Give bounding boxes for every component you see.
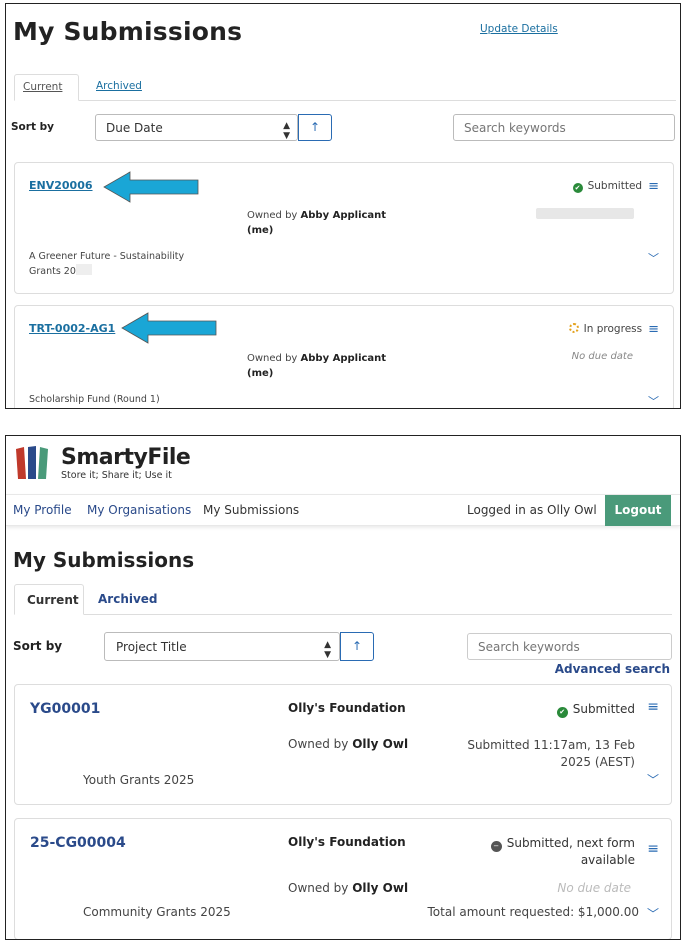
due-date: No due date bbox=[557, 881, 631, 895]
program-name: Community Grants 2025 bbox=[83, 905, 231, 919]
submission-card: 25-CG00004 Olly's Foundation − Submitted,… bbox=[14, 818, 672, 939]
logout-button[interactable]: Logout bbox=[605, 495, 671, 526]
smartyfile-logo-icon bbox=[16, 446, 48, 479]
tab-current[interactable]: Current bbox=[14, 74, 79, 101]
submission-card: YG00001 Olly's Foundation ✔ Submitted ≡ O… bbox=[14, 684, 672, 805]
app-screenshot-panel: SmartyFile Store it; Share it; Use it My… bbox=[5, 435, 681, 940]
tab-archived[interactable]: Archived bbox=[86, 584, 170, 615]
owner-text: Owned by Abby Applicant (me) bbox=[247, 210, 387, 236]
select-caret-icon: ▲ ▼ bbox=[283, 121, 290, 141]
submission-card: TRT-0002-AG1 In progress ≡ Owned by Abby … bbox=[14, 305, 674, 408]
program-name: Scholarship Fund (Round 1) bbox=[29, 394, 160, 405]
callout-arrow-icon bbox=[103, 171, 199, 203]
owner-text: Owned by Olly Owl bbox=[288, 881, 409, 895]
status-badge: In progress ≡ bbox=[568, 322, 659, 337]
redacted-text bbox=[75, 264, 92, 275]
status-badge: ✔ Submitted ≡ bbox=[572, 179, 659, 194]
page-title: My Submissions bbox=[13, 17, 243, 46]
program-name: A Greener Future - Sustainability Grants … bbox=[29, 251, 185, 277]
logged-in-text: Logged in as Olly Owl bbox=[467, 503, 597, 517]
chevron-down-icon[interactable]: ﹀ bbox=[647, 905, 659, 922]
tab-archived[interactable]: Archived bbox=[88, 74, 150, 101]
redacted-date bbox=[536, 208, 634, 219]
advanced-search-link[interactable]: Advanced search bbox=[555, 662, 670, 676]
submission-ref-link[interactable]: YG00001 bbox=[30, 701, 100, 717]
in-progress-icon bbox=[568, 323, 579, 333]
select-caret-icon: ▲ ▼ bbox=[324, 640, 331, 660]
nav-my-organisations[interactable]: My Organisations bbox=[87, 503, 191, 517]
search-input[interactable] bbox=[467, 633, 672, 660]
brand-name: SmartyFile bbox=[61, 445, 191, 470]
submission-card: ENV20006 ✔ Submitted ≡ Owned by Abby Appli… bbox=[14, 162, 674, 294]
tab-current[interactable]: Current bbox=[14, 584, 84, 615]
chevron-down-icon[interactable]: ﹀ bbox=[647, 771, 659, 788]
check-circle-icon: ✔ bbox=[556, 707, 568, 718]
brand-tagline: Store it; Share it; Use it bbox=[61, 470, 172, 481]
sort-by-label: Sort by bbox=[11, 121, 54, 133]
nav-my-profile[interactable]: My Profile bbox=[13, 503, 72, 517]
menu-icon[interactable]: ≡ bbox=[648, 179, 659, 194]
minus-circle-icon: − bbox=[490, 841, 502, 852]
chevron-down-icon[interactable]: ﹀ bbox=[648, 250, 659, 266]
organisation-name: Olly's Foundation bbox=[288, 835, 406, 849]
nav-my-submissions[interactable]: My Submissions bbox=[203, 503, 299, 517]
update-details-link[interactable]: Update Details bbox=[480, 23, 558, 35]
top-nav: My Profile My Organisations My Submissio… bbox=[6, 494, 680, 526]
check-circle-icon: ✔ bbox=[572, 183, 583, 193]
chevron-down-icon[interactable]: ﹀ bbox=[648, 393, 659, 408]
program-name: Youth Grants 2025 bbox=[83, 773, 195, 787]
menu-icon[interactable]: ≡ bbox=[647, 699, 659, 715]
status-badge: ✔ Submitted bbox=[556, 701, 635, 718]
search-input[interactable] bbox=[453, 114, 675, 141]
page-title: My Submissions bbox=[13, 548, 195, 572]
owner-text: Owned by Olly Owl bbox=[288, 737, 409, 751]
tab-bar: Current Archived bbox=[14, 584, 672, 615]
sort-direction-button[interactable]: ↑ bbox=[298, 114, 332, 141]
submission-ref-link[interactable]: ENV20006 bbox=[29, 179, 93, 192]
total-amount: Total amount requested: $1,000.00 bbox=[427, 905, 640, 919]
instructional-screenshot-panel: My Submissions Update Details Current Ar… bbox=[5, 3, 681, 409]
sort-direction-button[interactable]: ↑ bbox=[340, 632, 374, 661]
organisation-name: Olly's Foundation bbox=[288, 701, 406, 715]
callout-arrow-icon bbox=[121, 312, 217, 344]
tab-bar: Current Archived bbox=[14, 74, 676, 101]
submitted-date: Submitted 11:17am, 13 Feb 2025 (AEST) bbox=[467, 738, 635, 769]
sort-select[interactable]: Due Date ▲ ▼ bbox=[95, 114, 298, 141]
sort-by-label: Sort by bbox=[13, 639, 63, 653]
submission-ref-link[interactable]: 25-CG00004 bbox=[30, 835, 126, 851]
status-badge: − Submitted, next form available bbox=[475, 835, 635, 868]
menu-icon[interactable]: ≡ bbox=[647, 841, 659, 857]
owner-text: Owned by Abby Applicant (me) bbox=[247, 353, 387, 379]
menu-icon[interactable]: ≡ bbox=[648, 322, 659, 337]
due-date: No due date bbox=[571, 351, 633, 362]
submission-ref-link[interactable]: TRT-0002-AG1 bbox=[29, 322, 115, 335]
sort-select[interactable]: Project Title ▲ ▼ bbox=[104, 632, 340, 661]
